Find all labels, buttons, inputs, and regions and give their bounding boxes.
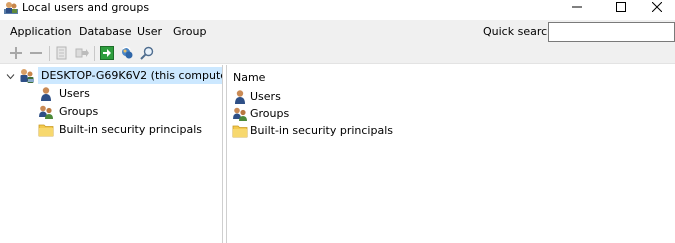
maximize-button[interactable] [599,0,643,17]
minimize-icon [572,2,582,15]
list-item-groups[interactable]: Groups [232,106,532,122]
remove-icon [29,46,43,63]
toolbar [0,43,675,64]
menu-database[interactable]: Database [79,25,132,39]
properties-icon [55,46,69,63]
move-button[interactable] [74,46,90,62]
tree-item-label: Groups [59,105,99,118]
search-button[interactable] [139,46,155,62]
list-item-users[interactable]: Users [232,89,532,105]
tree-item-groups[interactable]: Groups [38,104,218,120]
toolbar-separator [49,46,50,61]
user-icon [38,86,54,102]
folder-icon [232,123,248,139]
menu-user[interactable]: User [137,25,162,39]
tree-pane: DESKTOP-G69K6V2 (this computer) Users Gr… [0,65,239,243]
add-icon [9,46,23,63]
folder-icon [38,122,54,138]
quick-search-label: Quick search: [483,25,558,38]
tree-item-builtin-principals[interactable]: Built-in security principals [38,122,218,138]
refresh-button[interactable] [119,46,135,62]
title-bar: Local users and groups [0,0,675,17]
quick-search-input[interactable] [548,22,675,42]
app-users-icon [4,1,18,15]
list-item-label: Users [250,90,281,103]
close-icon [651,1,663,15]
tree-root-computer[interactable]: DESKTOP-G69K6V2 (this computer) [0,67,239,84]
tree-root-label: DESKTOP-G69K6V2 (this computer) [38,67,239,84]
list-pane: Name Users Groups Built-in security prin… [227,65,675,243]
computer-users-icon [19,68,35,84]
list-item-label: Groups [250,107,290,120]
window-title: Local users and groups [22,1,150,14]
column-header-name[interactable]: Name [233,71,265,85]
menu-application[interactable]: Application [10,25,71,39]
search-icon [140,46,154,63]
group-icon [232,106,248,122]
maximize-icon [616,2,626,15]
move-icon [75,46,89,63]
tree-item-label: Built-in security principals [59,123,202,136]
chevron-down-icon[interactable] [6,71,15,80]
add-button[interactable] [8,46,24,62]
list-item-label: Built-in security principals [250,124,393,137]
minimize-button[interactable] [555,0,599,17]
user-icon [232,89,248,105]
menu-group[interactable]: Group [173,25,207,39]
remove-button[interactable] [28,46,44,62]
export-button[interactable] [99,45,115,63]
properties-button[interactable] [54,46,70,62]
export-icon [100,45,114,63]
refresh-icon [120,46,134,63]
tree-item-users[interactable]: Users [38,86,218,102]
tree-item-label: Users [59,87,90,100]
close-button[interactable] [639,0,675,17]
group-icon [38,104,54,120]
toolbar-separator [94,46,95,61]
list-item-builtin-principals[interactable]: Built-in security principals [232,123,532,139]
